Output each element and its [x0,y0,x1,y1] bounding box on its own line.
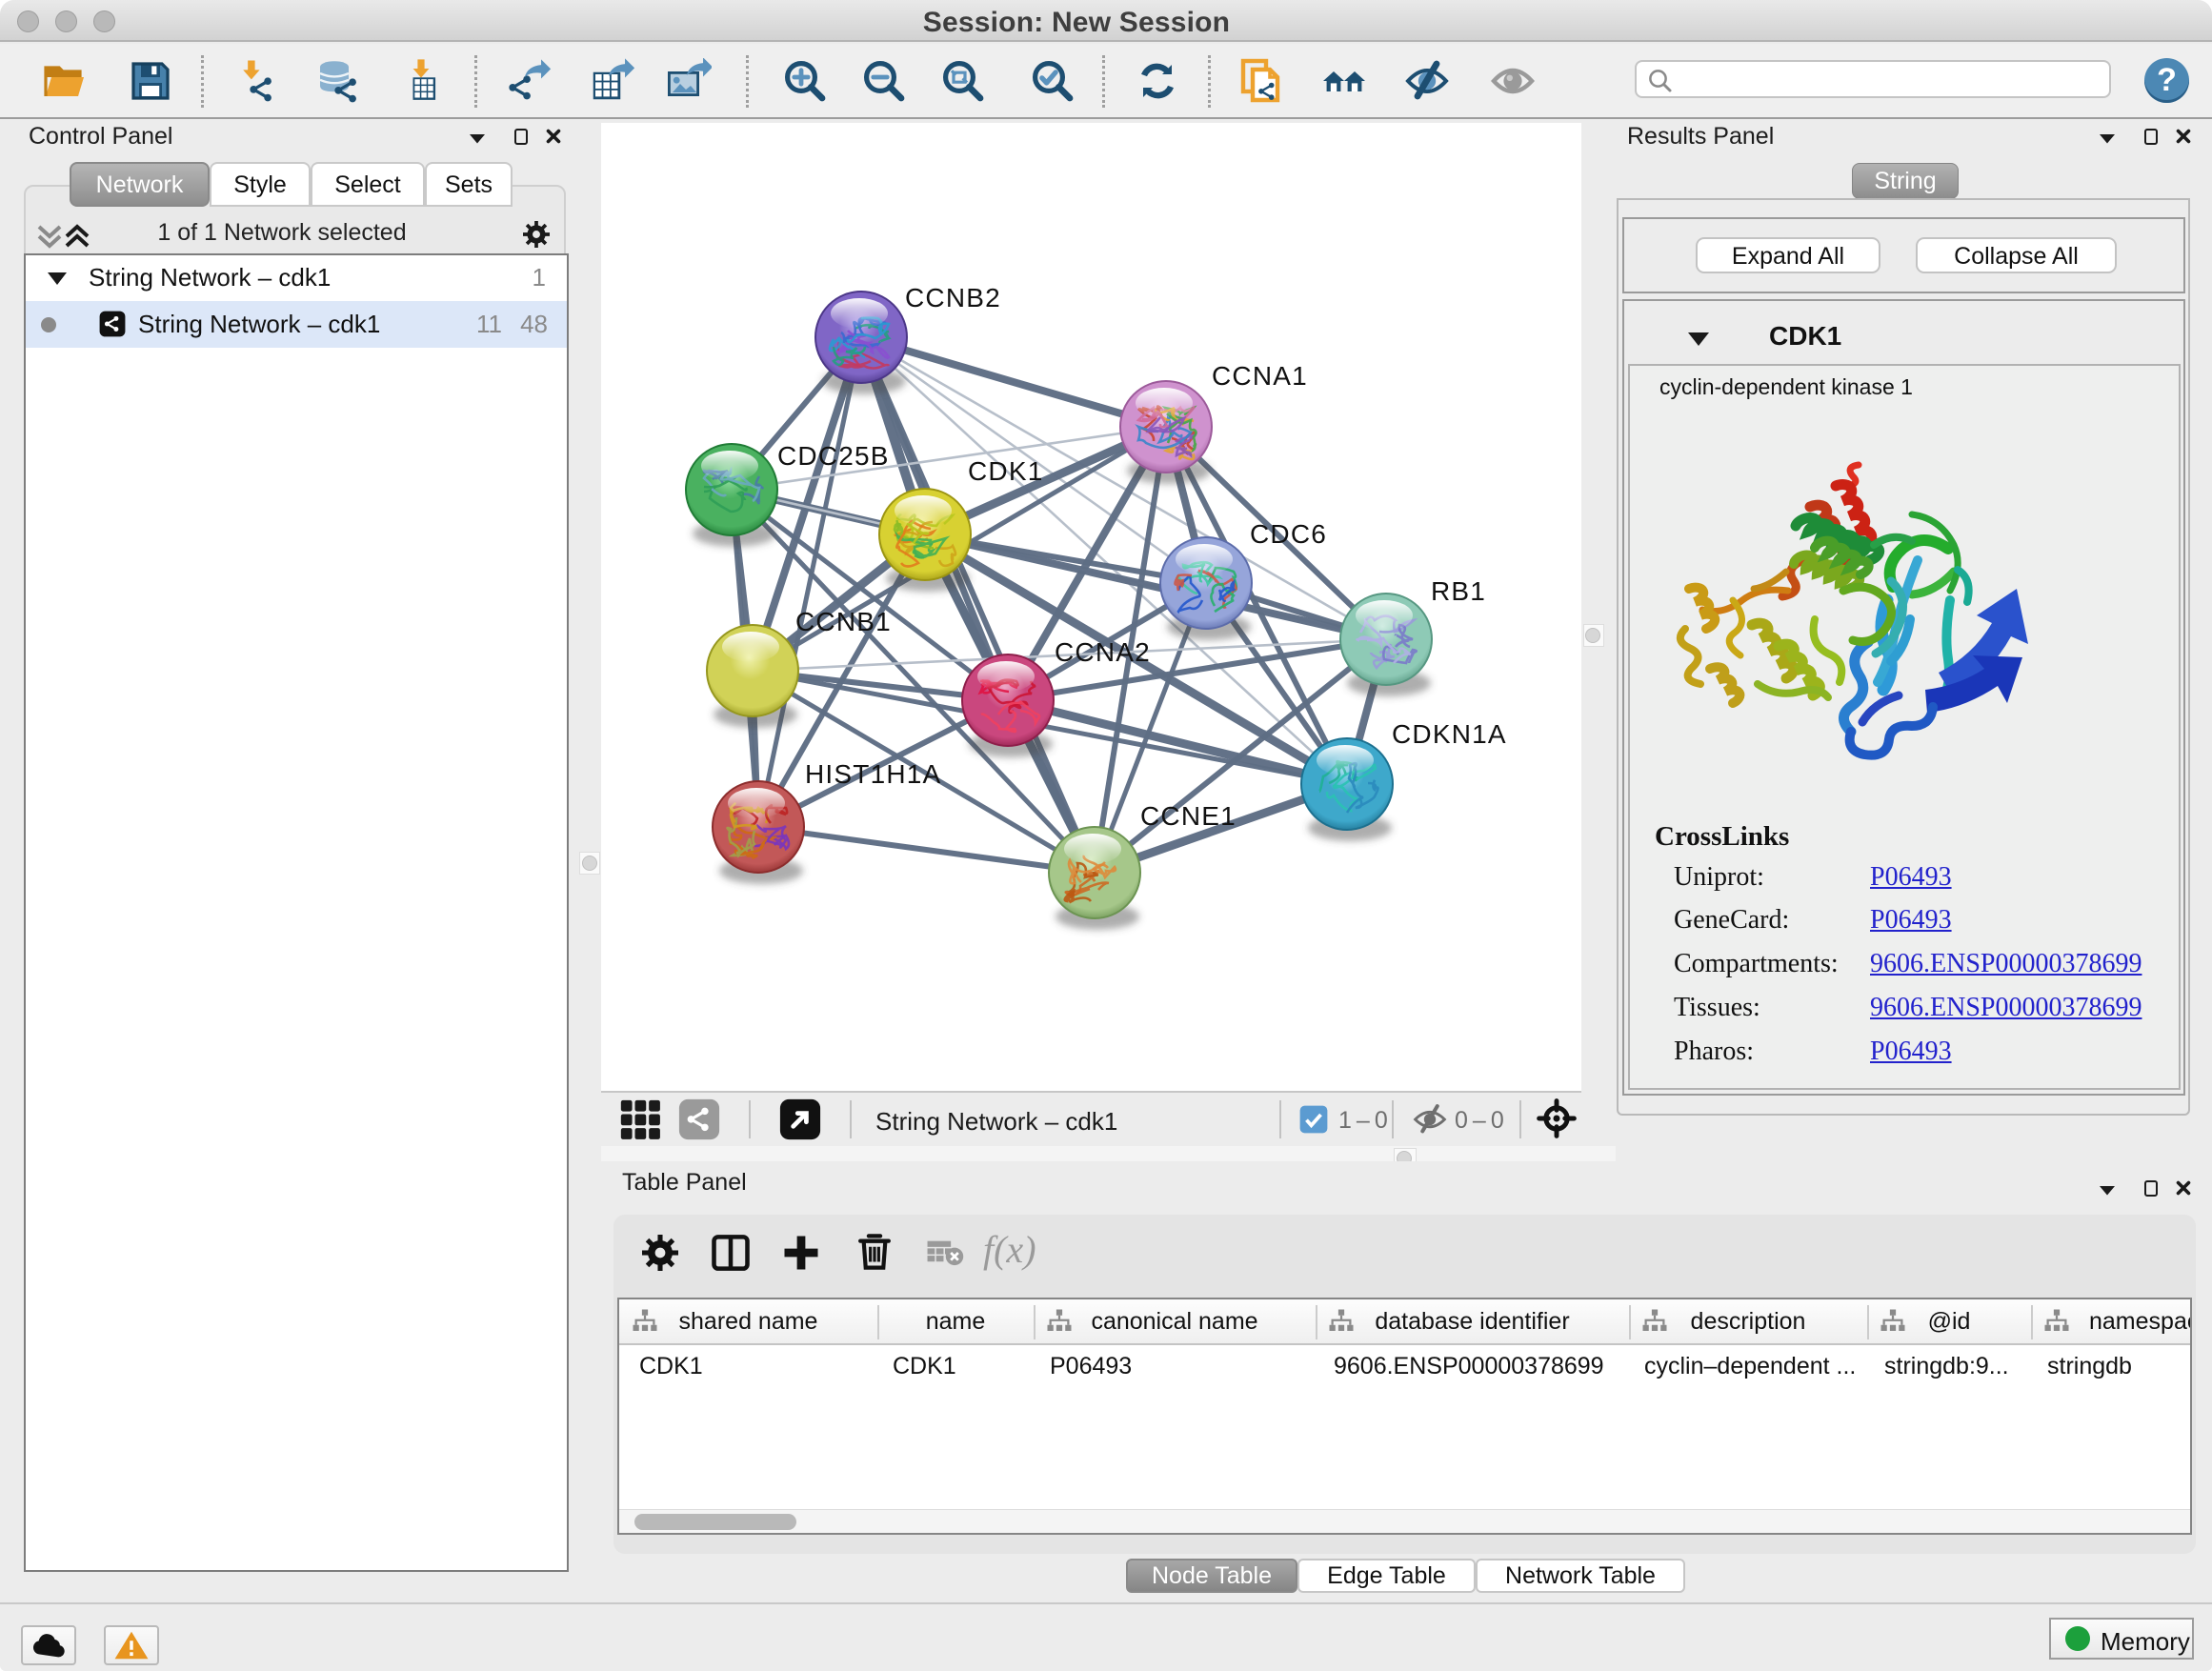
svg-text:CCNA1: CCNA1 [1212,361,1308,391]
svg-text:CDKN1A: CDKN1A [1392,719,1507,749]
svg-text:CCNA2: CCNA2 [1055,637,1151,667]
svg-text:RB1: RB1 [1431,576,1486,606]
svg-text:HIST1H1A: HIST1H1A [805,759,941,789]
svg-text:CCNE1: CCNE1 [1140,801,1237,831]
svg-text:CDC6: CDC6 [1250,519,1327,549]
svg-text:CDK1: CDK1 [968,456,1044,486]
svg-text:CCNB1: CCNB1 [795,607,892,636]
svg-text:CDC25B: CDC25B [777,441,890,471]
svg-text:CCNB2: CCNB2 [905,283,1001,312]
